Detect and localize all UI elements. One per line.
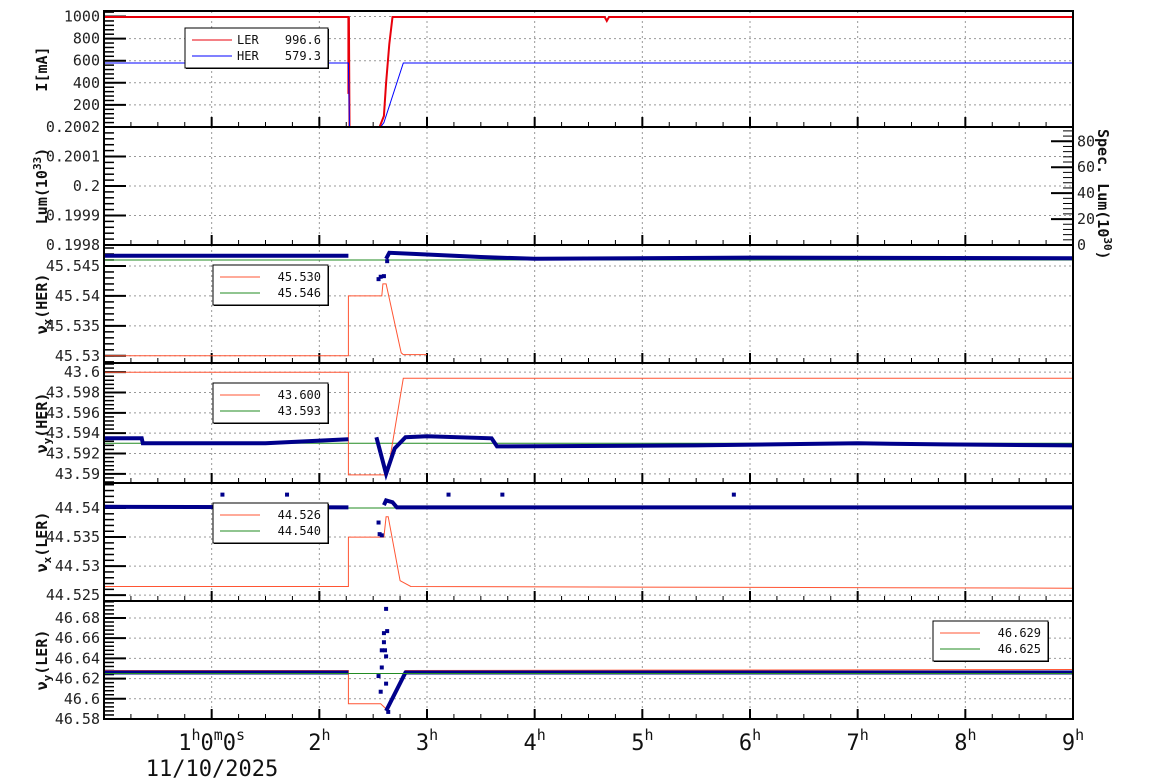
x-tick-label: 2h <box>308 726 330 756</box>
data-point-outliers <box>381 640 386 645</box>
x-tick-label: 9h <box>1062 726 1084 756</box>
y-tick-label: 45.54 <box>55 287 100 305</box>
legend-value: 43.600 <box>278 388 321 402</box>
y-tick-label: 0.1999 <box>46 207 100 225</box>
y-tick-label: 45.545 <box>46 257 100 275</box>
legend-label: HER <box>237 49 259 63</box>
legend: LER 996.6 HER 579.3 <box>184 27 329 69</box>
right-tick-label: 40 <box>1077 184 1095 202</box>
y-tick-label: 43.598 <box>46 383 100 401</box>
panel-tune-x-her: 45.5345.53545.5445.545νx(HER) 45.53045.54… <box>33 244 1074 365</box>
data-point-outliers <box>379 665 384 670</box>
series-line-measured2 <box>382 498 1073 510</box>
right-tick-label: 80 <box>1077 132 1095 150</box>
series-line-measured2 <box>374 434 1073 481</box>
data-point-outliers <box>379 533 384 538</box>
legend-value: 44.540 <box>278 524 321 538</box>
x-axis-date: 11/10/2025 <box>146 757 278 782</box>
y-tick-label: 43.59 <box>55 465 100 483</box>
legend: 45.530 45.546 <box>212 264 329 306</box>
y-tick-label: 800 <box>73 30 100 48</box>
x-tick-label: 6h <box>739 726 761 756</box>
y-tick-label: 43.6 <box>64 363 100 381</box>
legend-label: LER <box>237 33 259 47</box>
data-point-outliers <box>446 492 451 497</box>
series-line-measured <box>104 436 349 446</box>
data-point-outliers <box>376 674 381 679</box>
y-tick-label: 46.64 <box>55 649 100 667</box>
y-tick-label: 44.535 <box>46 528 100 546</box>
x-tick-label: 5h <box>631 726 653 756</box>
y-tick-label: 600 <box>73 52 100 70</box>
y-tick-label: 46.66 <box>55 629 100 647</box>
y-tick-label: 0.2 <box>73 177 100 195</box>
y-axis-label: νy(HER) <box>33 393 54 454</box>
y-tick-label: 45.53 <box>55 347 100 365</box>
data-point-outliers <box>378 689 383 694</box>
y-tick-label: 0.2002 <box>46 118 100 136</box>
y-tick-label: 1000 <box>64 8 100 26</box>
data-point-outliers <box>385 259 390 264</box>
beam-monitor-chart: 2004006008001000I[mA]LER 996.6HER 579.30.1… <box>31 8 1114 782</box>
y-tick-label: 46.6 <box>64 690 100 708</box>
data-point-outliers <box>384 681 389 686</box>
legend: 46.629 46.625 <box>932 620 1049 662</box>
data-point-outliers <box>384 654 389 659</box>
right-tick-label: 20 <box>1077 210 1095 228</box>
y-axis-label: νx(LER) <box>33 512 54 573</box>
x-tick-label: 7h <box>847 726 869 756</box>
right-tick-label: 0 <box>1077 236 1086 254</box>
series-line-set <box>104 669 1073 710</box>
right-axis-label: Spec. Lum(1030) <box>1094 129 1114 260</box>
panel-current: 200 400 600 800 1000 I[mA] LER 996.6 HER 579.3 <box>33 8 1074 128</box>
y-tick-label: 46.58 <box>55 710 100 728</box>
legend: 44.526 44.540 <box>212 502 329 544</box>
data-point-outliers <box>385 629 390 634</box>
data-point-outliers <box>376 520 381 525</box>
y-axis-label: νx(HER) <box>33 274 54 335</box>
y-tick-label: 46.62 <box>55 670 100 688</box>
data-point-outliers <box>381 274 386 279</box>
legend: 43.600 43.593 <box>212 382 329 424</box>
legend-value: 45.546 <box>278 286 321 300</box>
data-point-outliers <box>384 606 389 611</box>
data-point-outliers <box>731 492 736 497</box>
y-tick-label: 43.592 <box>46 445 100 463</box>
panel-tune-x-ler: 44.525 44.53 44.535 44.54νx(LER) 44.526 44.54… <box>33 482 1074 604</box>
y-tick-label: 44.53 <box>55 557 100 575</box>
legend-value: 46.629 <box>998 626 1041 640</box>
series-line-HER <box>104 62 1073 127</box>
legend-value: 44.526 <box>278 508 321 522</box>
legend-value: 46.625 <box>998 642 1041 656</box>
legend-value: 996.6 <box>285 33 321 47</box>
x-tick-label: 3h <box>416 726 438 756</box>
y-axis-label: I[mA] <box>33 46 51 91</box>
panel-tune-y-ler: 46.58 46.6 46.62 46.64 46.66 46.68νy(LER) 46.6… <box>33 600 1074 728</box>
data-point-outliers <box>386 709 391 714</box>
x-tick-label: 4h <box>524 726 546 756</box>
panel-tune-y-her: 43.5943.59243.59443.59643.59843.6νy(HER)… <box>33 362 1074 484</box>
x-tick-label: 8h <box>954 726 976 756</box>
data-point-outliers <box>500 492 505 497</box>
legend-value: 43.593 <box>278 404 321 418</box>
panel-luminosity: 0.1998 0.1999 0.2 0.2001 0.2002 0 20 40 60 80Spec… <box>31 118 1114 260</box>
series-line-measured2 <box>384 250 1073 261</box>
legend-value: 45.530 <box>278 270 321 284</box>
data-point-outliers <box>220 492 225 497</box>
y-axis-label: νy(LER) <box>33 630 54 691</box>
right-tick-label: 60 <box>1077 158 1095 176</box>
y-tick-label: 200 <box>73 96 100 114</box>
x-tick-label: 1h0m0s <box>178 726 245 756</box>
y-tick-label: 0.1998 <box>46 236 100 254</box>
data-point-outliers <box>383 648 388 653</box>
panel-frame <box>103 600 1074 720</box>
data-point-outliers <box>285 492 290 497</box>
y-tick-label: 44.525 <box>46 586 100 604</box>
legend-value: 579.3 <box>285 49 321 63</box>
y-tick-label: 46.68 <box>55 609 100 627</box>
y-tick-label: 43.596 <box>46 404 100 422</box>
y-tick-label: 0.2001 <box>46 148 100 166</box>
y-tick-label: 400 <box>73 74 100 92</box>
y-tick-label: 44.54 <box>55 499 100 517</box>
